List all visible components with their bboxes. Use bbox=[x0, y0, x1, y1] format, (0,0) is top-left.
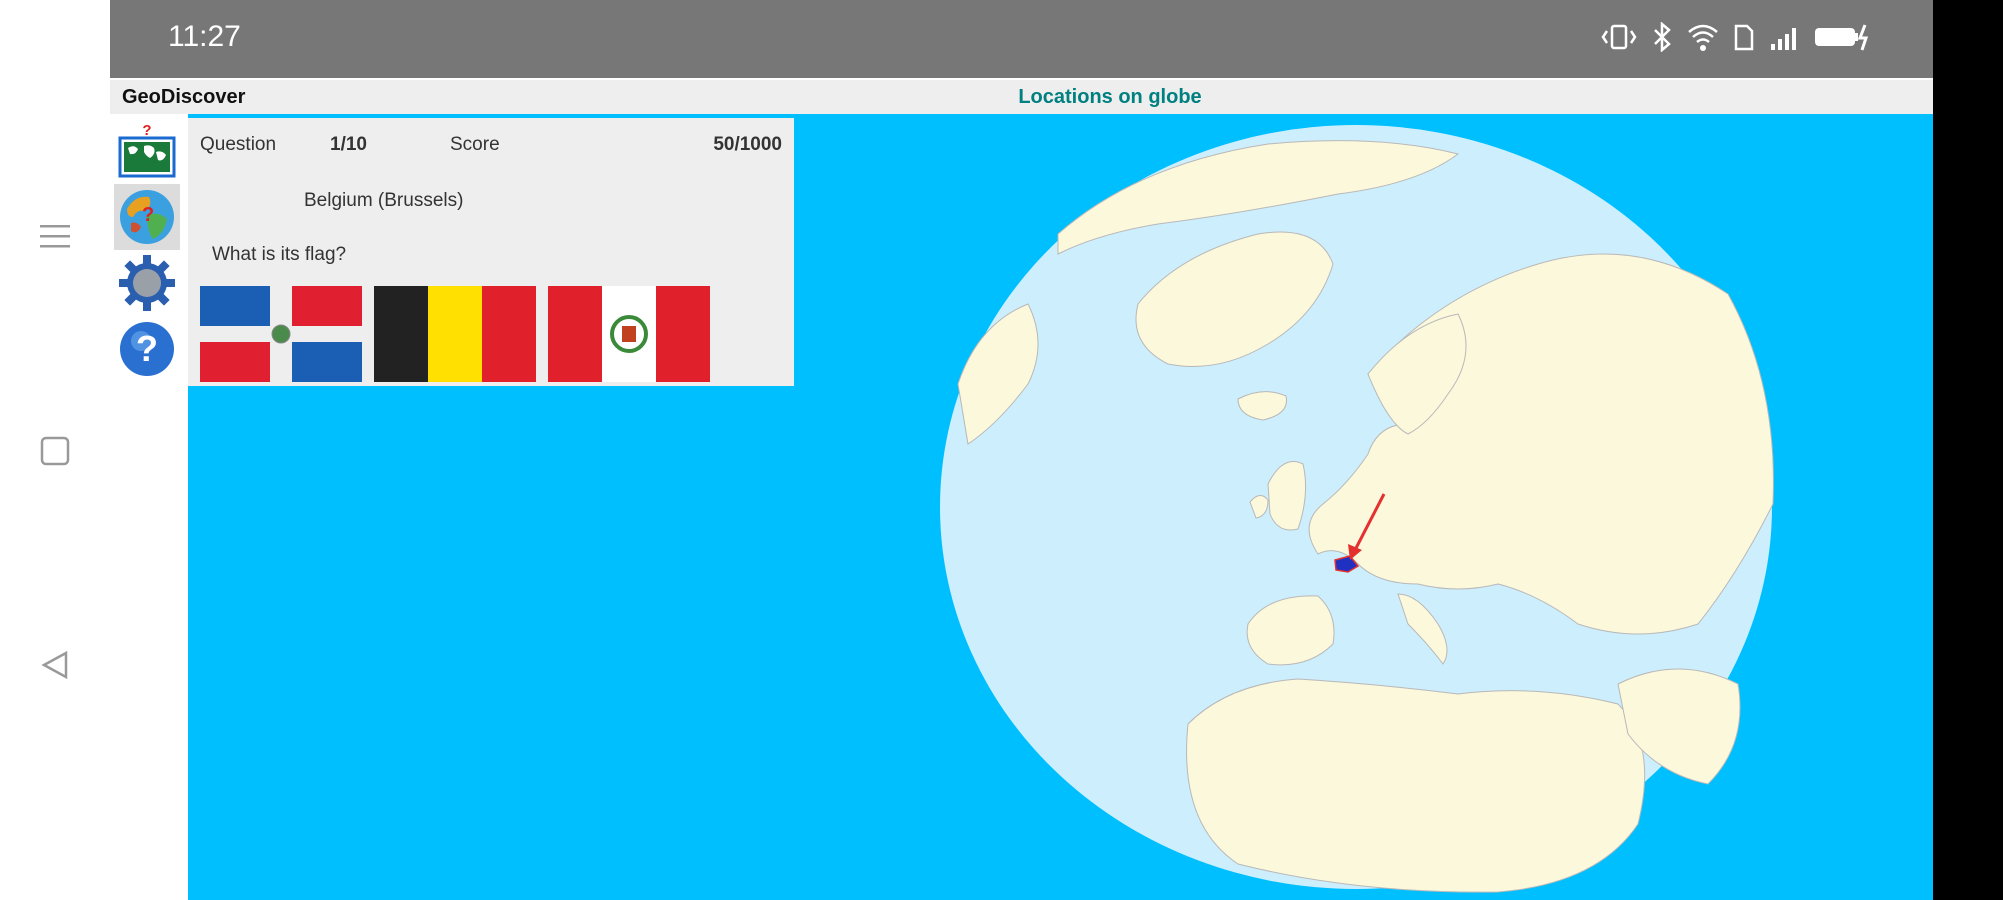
app-name: GeoDiscover bbox=[122, 86, 246, 108]
help-icon: ? bbox=[120, 322, 174, 376]
globe-map[interactable] bbox=[938, 124, 1778, 894]
app-header: GeoDiscover Locations on globe bbox=[110, 80, 1933, 114]
world-map-quiz-icon: ? bbox=[118, 122, 176, 178]
score-label: Score bbox=[450, 134, 500, 155]
flag-option-belgium[interactable] bbox=[374, 286, 536, 382]
question-prompt: What is its flag? bbox=[212, 244, 347, 265]
svg-text:?: ? bbox=[142, 204, 154, 226]
quiz-panel: Question 1/10 Score 50/1000 Belgium (Bru… bbox=[188, 118, 794, 386]
svg-text:?: ? bbox=[136, 328, 158, 369]
map-view[interactable]: Question 1/10 Score 50/1000 Belgium (Bru… bbox=[188, 114, 1933, 900]
status-bar: 11:27 bbox=[110, 0, 1933, 78]
vibrate-icon bbox=[1601, 24, 1637, 50]
sim-icon bbox=[1734, 24, 1754, 51]
globe-quiz-button[interactable]: ? bbox=[114, 184, 180, 250]
score-value: 50/1000 bbox=[713, 134, 782, 155]
home-icon[interactable] bbox=[36, 432, 74, 470]
status-time: 11:27 bbox=[168, 20, 241, 53]
flag-option-dominican-republic[interactable] bbox=[200, 286, 362, 382]
screen-edge bbox=[1933, 0, 2003, 900]
back-icon[interactable] bbox=[36, 646, 74, 684]
help-button[interactable]: ? bbox=[114, 316, 180, 382]
page-title: Locations on globe bbox=[1018, 86, 1202, 108]
battery-charging-icon bbox=[1815, 24, 1869, 51]
bluetooth-icon bbox=[1654, 22, 1671, 52]
country-name: Belgium (Brussels) bbox=[304, 190, 464, 211]
globe-quiz-icon: ? bbox=[120, 190, 174, 244]
tool-sidebar: ? ? ? bbox=[110, 114, 188, 900]
dominican-coat-of-arms-icon bbox=[271, 324, 291, 344]
settings-button[interactable] bbox=[114, 250, 180, 316]
settings-gear-icon bbox=[119, 255, 175, 311]
question-label: Question bbox=[200, 134, 277, 155]
question-counter: 1/10 bbox=[330, 134, 367, 155]
svg-text:?: ? bbox=[142, 122, 151, 139]
world-map-quiz-button[interactable]: ? bbox=[114, 118, 180, 184]
africa-landmass bbox=[1186, 678, 1646, 893]
menu-icon[interactable] bbox=[36, 217, 74, 255]
app-screen: 11:27 GeoDiscover Locations on globe ? ?… bbox=[110, 0, 1933, 900]
wifi-icon bbox=[1688, 24, 1718, 51]
status-icons bbox=[1601, 22, 1873, 52]
flag-option-peru[interactable] bbox=[548, 286, 710, 382]
signal-icon bbox=[1771, 28, 1796, 50]
android-nav-bar bbox=[0, 0, 110, 900]
